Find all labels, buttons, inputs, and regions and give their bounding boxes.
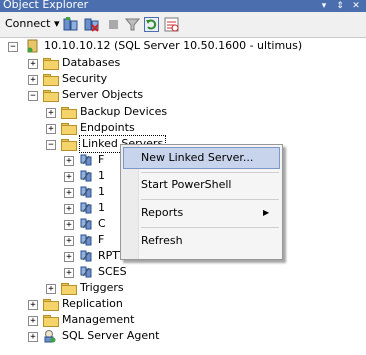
linked-server-icon <box>80 266 92 278</box>
close-icon[interactable]: ✕ <box>350 0 362 12</box>
linked-server-icon <box>80 154 92 166</box>
tree-node-databases[interactable]: + Databases <box>0 55 366 71</box>
dock-icon[interactable]: ⇕ <box>334 0 346 12</box>
menu-item-reports[interactable]: Reports ▶ <box>139 203 279 223</box>
menu-item-start-powershell[interactable]: Start PowerShell <box>139 175 279 195</box>
folder-icon <box>43 315 59 327</box>
folder-icon <box>43 58 59 70</box>
linked-server-label: C <box>98 217 106 230</box>
linked-server-label: 1 <box>98 169 105 182</box>
server-objects-label: Server Objects <box>62 88 144 101</box>
linked-server-icon <box>80 250 92 262</box>
tree-node-sql-server-agent[interactable]: + SQL Server Agent <box>0 328 366 344</box>
linked-server-item[interactable]: + SCES <box>0 264 366 280</box>
pin-icon[interactable]: ▾ <box>318 0 330 12</box>
folder-icon <box>61 123 77 135</box>
management-label: Management <box>62 313 135 326</box>
menu-item-label: Start PowerShell <box>141 178 232 191</box>
expand-icon[interactable]: + <box>64 156 74 166</box>
security-label: Security <box>62 72 108 85</box>
folder-icon <box>61 139 77 151</box>
toolbar: Connect ▾ <box>0 12 366 38</box>
expand-icon[interactable]: + <box>64 220 74 230</box>
connect-button[interactable]: Connect ▾ <box>5 17 60 30</box>
tree-node-security[interactable]: + Security <box>0 71 366 87</box>
expand-icon[interactable]: + <box>64 188 74 198</box>
linked-server-icon <box>80 170 92 182</box>
collapse-icon[interactable]: − <box>28 91 38 101</box>
menu-separator <box>141 172 279 173</box>
linked-server-label: F <box>98 233 105 246</box>
expand-icon[interactable]: + <box>28 75 38 85</box>
expand-icon[interactable]: + <box>46 108 56 118</box>
menu-item-new-linked-server[interactable]: New Linked Server... <box>123 147 280 169</box>
linked-server-icon <box>80 186 92 198</box>
backup-devices-label: Backup Devices <box>80 105 168 118</box>
expand-icon[interactable]: + <box>64 236 74 246</box>
summary-icon[interactable] <box>164 17 179 32</box>
linked-server-label: F <box>98 153 105 166</box>
endpoints-label: Endpoints <box>80 121 135 134</box>
folder-icon <box>61 107 77 119</box>
expand-icon[interactable]: + <box>46 124 56 134</box>
tree-node-server-objects[interactable]: − Server Objects <box>0 87 366 103</box>
expand-icon[interactable]: + <box>46 284 56 294</box>
menu-item-label: New Linked Server... <box>141 151 254 164</box>
tree-node-endpoints[interactable]: + Endpoints <box>0 120 366 136</box>
connect-object-explorer-icon[interactable] <box>63 17 78 32</box>
refresh-icon[interactable] <box>144 17 159 32</box>
folder-icon <box>43 90 59 102</box>
linked-server-label: 1 <box>98 185 105 198</box>
folder-icon <box>43 74 59 86</box>
tree-node-server[interactable]: − 10.10.10.12 (SQL Server 10.50.1600 - u… <box>0 38 366 54</box>
menu-separator <box>141 199 279 200</box>
tree-node-management[interactable]: + Management <box>0 312 366 328</box>
tree-node-backup-devices[interactable]: + Backup Devices <box>0 104 366 120</box>
server-label: 10.10.10.12 (SQL Server 10.50.1600 - ult… <box>44 39 303 52</box>
stop-icon[interactable] <box>106 17 121 32</box>
submenu-arrow-icon: ▶ <box>263 208 270 217</box>
linked-server-label: SCES <box>98 265 127 278</box>
replication-label: Replication <box>62 297 123 310</box>
collapse-icon[interactable]: − <box>8 42 18 52</box>
folder-icon <box>43 299 59 311</box>
tree-node-replication[interactable]: + Replication <box>0 296 366 312</box>
expand-icon[interactable]: + <box>64 172 74 182</box>
disconnect-icon[interactable] <box>84 17 99 32</box>
title-bar: Object Explorer ▾ ⇕ ✕ <box>0 0 366 12</box>
folder-icon <box>61 283 77 295</box>
linked-server-icon <box>80 202 92 214</box>
agent-label: SQL Server Agent <box>62 329 160 342</box>
context-menu: New Linked Server... Start PowerShell Re… <box>120 144 283 260</box>
expand-icon[interactable]: + <box>64 268 74 278</box>
expand-icon[interactable]: + <box>28 59 38 69</box>
server-icon <box>27 39 38 53</box>
expand-icon[interactable]: + <box>28 316 38 326</box>
triggers-label: Triggers <box>80 281 124 294</box>
linked-server-icon <box>80 218 92 230</box>
filter-icon[interactable] <box>125 17 140 32</box>
expand-icon[interactable]: + <box>64 204 74 214</box>
databases-label: Databases <box>62 56 121 69</box>
expand-icon[interactable]: + <box>28 332 38 342</box>
agent-icon <box>44 330 56 343</box>
tree-node-triggers[interactable]: + Triggers <box>0 280 366 296</box>
menu-item-refresh[interactable]: Refresh <box>139 231 279 251</box>
menu-item-label: Refresh <box>141 234 183 247</box>
linked-server-icon <box>80 234 92 246</box>
expand-icon[interactable]: + <box>28 300 38 310</box>
menu-separator <box>141 227 279 228</box>
window-title: Object Explorer <box>3 0 89 11</box>
menu-item-label: Reports <box>141 206 184 219</box>
collapse-icon[interactable]: − <box>46 140 56 150</box>
linked-server-label: 1 <box>98 201 105 214</box>
expand-icon[interactable]: + <box>64 252 74 262</box>
